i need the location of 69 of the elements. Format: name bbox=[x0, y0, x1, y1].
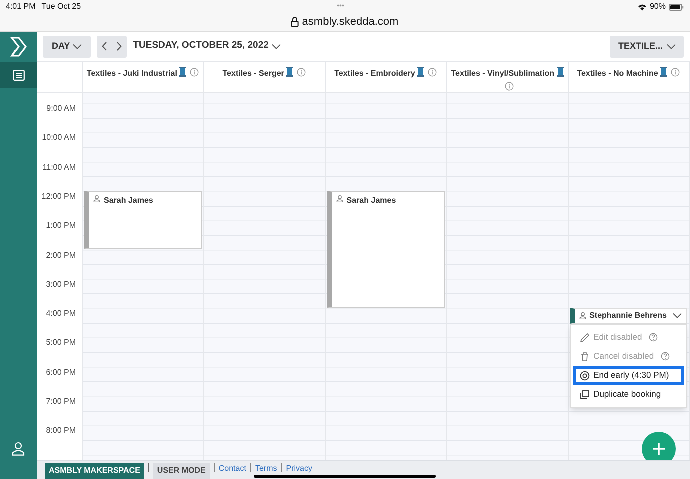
lock-icon bbox=[291, 17, 300, 27]
trash-icon bbox=[580, 352, 590, 362]
person-icon bbox=[93, 194, 101, 203]
footer-link[interactable]: Terms bbox=[255, 463, 278, 475]
footer-link[interactable]: Privacy bbox=[286, 463, 312, 475]
caret-icon bbox=[272, 44, 281, 50]
menu-item[interactable]: Duplicate booking bbox=[572, 385, 684, 404]
filter-dropdown[interactable]: TEXTILE... bbox=[610, 36, 684, 58]
booking-card[interactable]: Sarah James bbox=[84, 190, 202, 250]
time-label: 9:00 AM bbox=[46, 103, 76, 115]
menu-item[interactable]: End early (4:30 PM) bbox=[572, 366, 684, 386]
time-label: 7:00 PM bbox=[46, 396, 76, 408]
battery-icon bbox=[669, 4, 684, 10]
info-icon[interactable] bbox=[671, 68, 680, 77]
battery-percent: 90% bbox=[650, 1, 666, 13]
time-label: 3:00 PM bbox=[46, 278, 76, 291]
booking-card[interactable]: Stephannie Behrens bbox=[570, 308, 687, 324]
booking-card[interactable]: Sarah James bbox=[326, 190, 446, 308]
spool-icon bbox=[660, 67, 668, 77]
pencil-icon bbox=[580, 332, 590, 343]
booking-name: Sarah James bbox=[346, 194, 396, 207]
spool-icon bbox=[417, 67, 424, 77]
time-label: 11:00 AM bbox=[42, 162, 76, 174]
info-icon[interactable] bbox=[297, 68, 306, 77]
view-dropdown[interactable]: DAY bbox=[43, 36, 92, 58]
time-label: 2:00 PM bbox=[46, 250, 76, 262]
clock-date: Tue Oct 25 bbox=[42, 1, 82, 13]
stop-circle-icon bbox=[580, 370, 590, 381]
caret-icon bbox=[667, 44, 676, 50]
wifi-icon bbox=[638, 4, 647, 10]
time-label: 12:00 PM bbox=[42, 190, 76, 203]
list-icon bbox=[12, 70, 24, 80]
spool-icon bbox=[556, 67, 564, 77]
footer-link[interactable]: Contact bbox=[218, 463, 246, 475]
info-icon[interactable] bbox=[190, 68, 200, 77]
column-header: Textiles - Serger bbox=[222, 69, 284, 78]
time-label: 6:00 PM bbox=[46, 366, 76, 379]
info-icon[interactable] bbox=[428, 68, 438, 77]
caret-icon bbox=[672, 312, 682, 319]
column-header: Textiles - No Machine bbox=[577, 69, 658, 78]
clock-time: 4:01 PM bbox=[6, 1, 36, 13]
caret-icon bbox=[73, 44, 82, 50]
mode-badge: USER MODE bbox=[153, 463, 210, 479]
copy-icon bbox=[580, 390, 590, 400]
plus-icon bbox=[652, 442, 666, 456]
chevron-right-icon bbox=[117, 42, 122, 51]
person-icon bbox=[578, 312, 587, 320]
column-header: Textiles - Vinyl/Sublimation bbox=[451, 69, 554, 78]
space-badge[interactable]: ASMBLY MAKERSPACE bbox=[45, 463, 144, 479]
chevron-left-icon bbox=[102, 42, 108, 51]
user-icon bbox=[12, 442, 25, 456]
time-label: 10:00 AM bbox=[42, 132, 76, 144]
column-header: Textiles - Juki Industrial bbox=[86, 69, 178, 78]
time-label: 1:00 PM bbox=[46, 220, 76, 232]
column-header: Textiles - Embroidery bbox=[334, 69, 416, 78]
info-icon[interactable] bbox=[504, 82, 514, 91]
time-label: 5:00 PM bbox=[46, 337, 76, 350]
booking-name: Sarah James bbox=[104, 194, 154, 207]
booking-name: Stephannie Behrens bbox=[590, 310, 667, 322]
add-button[interactable] bbox=[642, 432, 676, 460]
date-picker[interactable]: TUESDAY, OCTOBER 25, 2022 bbox=[133, 39, 281, 54]
time-label: 4:00 PM bbox=[46, 308, 76, 320]
logo-icon[interactable] bbox=[10, 37, 28, 57]
spool-icon bbox=[286, 67, 294, 77]
spool-icon bbox=[179, 67, 186, 77]
time-label: 8:00 PM bbox=[46, 425, 76, 438]
person-icon bbox=[336, 194, 344, 203]
url-text[interactable]: asmbly.skedda.com bbox=[302, 14, 399, 30]
sidebar-item[interactable] bbox=[0, 62, 37, 88]
